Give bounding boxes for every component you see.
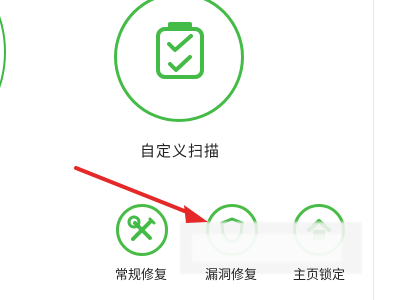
panel-divider <box>373 0 374 300</box>
security-tool-panel: 自定义扫描 常规修复 漏洞修复 主页锁定 <box>0 0 400 300</box>
regular-repair-button[interactable] <box>116 204 168 256</box>
partial-feature-circle[interactable] <box>0 0 6 122</box>
checklist-icon <box>156 22 204 79</box>
custom-scan-button[interactable] <box>114 0 244 122</box>
wrench-screwdriver-icon <box>127 215 156 241</box>
custom-scan-label: 自定义扫描 <box>139 142 220 160</box>
regular-repair-label: 常规修复 <box>114 268 167 283</box>
homepage-lock-label: 主页锁定 <box>292 268 345 283</box>
vulnerability-repair-label: 漏洞修复 <box>204 268 257 283</box>
